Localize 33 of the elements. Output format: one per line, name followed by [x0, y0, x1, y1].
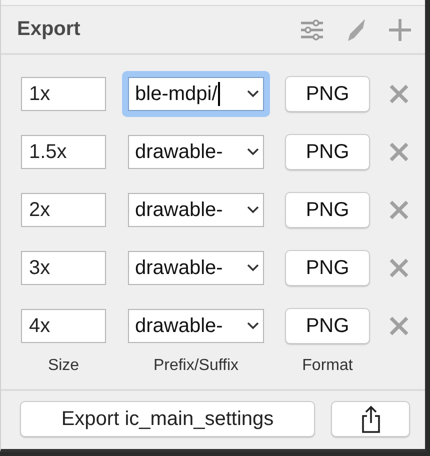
prefix-dropdown[interactable]: drawable- [128, 251, 264, 285]
share-icon[interactable] [331, 401, 410, 437]
close-icon[interactable] [389, 84, 409, 104]
chevron-icon [247, 90, 259, 98]
chevron-icon [247, 148, 259, 156]
settings-icon[interactable] [299, 16, 325, 42]
close-icon[interactable] [389, 200, 409, 220]
close-icon[interactable] [389, 142, 409, 162]
prefix-dropdown[interactable]: drawable- [128, 135, 264, 169]
format-button[interactable]: PNG [285, 76, 370, 112]
size-field[interactable]: 1.5x [21, 135, 106, 169]
column-label: Format [301, 357, 354, 376]
close-icon[interactable] [389, 258, 409, 278]
prefix-dropdown[interactable]: drawable- [128, 193, 264, 227]
chevron-icon [247, 264, 259, 272]
size-field[interactable]: 2x [21, 193, 106, 227]
size-field[interactable]: 4x [21, 309, 106, 343]
chevron-icon [247, 206, 259, 214]
format-button[interactable]: PNG [285, 192, 370, 228]
export-button[interactable]: Export ic_main_settings [20, 401, 315, 437]
size-field[interactable]: 3x [21, 251, 106, 285]
column-label: Size [46, 357, 80, 376]
chevron-icon [247, 322, 259, 330]
prefix-dropdown[interactable]: drawable- [128, 309, 264, 343]
format-button[interactable]: PNG [285, 308, 370, 344]
close-icon[interactable] [389, 316, 409, 336]
size-field[interactable]: 1x [21, 77, 106, 111]
format-button[interactable]: PNG [285, 250, 370, 286]
add-icon[interactable] [387, 16, 413, 42]
format-button[interactable]: PNG [285, 134, 370, 170]
prefix-dropdown[interactable]: ble-mdpi/ [128, 77, 264, 111]
column-label: Prefix/Suffix [152, 357, 240, 376]
panel-title: Export [17, 18, 82, 41]
